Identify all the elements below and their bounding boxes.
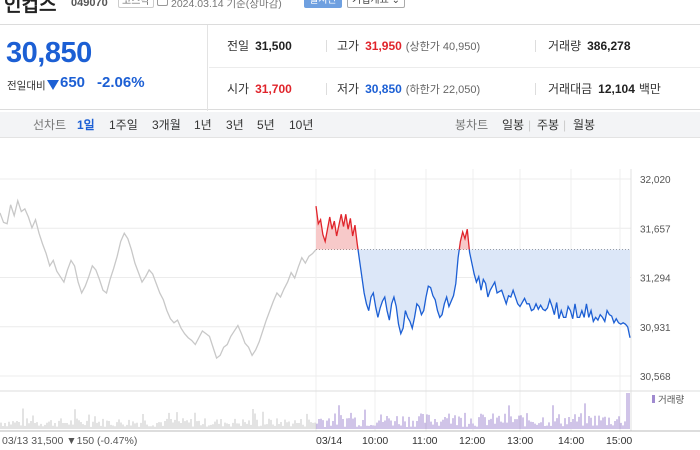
open-cell: 시가 31,700 <box>227 68 292 110</box>
amount-cell: 거래대금 12,104 백만 <box>548 68 661 110</box>
y-tick-label: 31,657 <box>640 224 671 235</box>
company-overview-button[interactable]: 기업개요 ⌄ <box>347 0 405 8</box>
down-arrow-icon <box>47 80 59 90</box>
tab-1y[interactable]: 1년 <box>194 112 212 138</box>
market-badge: 코스닥 <box>118 0 154 8</box>
volume-label: 거래량 <box>548 39 582 53</box>
prev-close-label: 전일 <box>227 39 250 53</box>
y-tick-label: 31,294 <box>640 274 671 285</box>
price-box: 30,850 전일대비 650 -2.06% <box>0 25 208 111</box>
amount-value: 12,104 <box>598 82 635 96</box>
x-tick-label: 14:00 <box>558 435 584 447</box>
high-label: 고가 <box>337 39 360 53</box>
amount-label: 거래대금 <box>548 82 593 96</box>
candle-chart-label: 봉차트 <box>455 118 489 132</box>
volume-legend-swatch <box>652 395 655 403</box>
tab-1w[interactable]: 1주일 <box>109 112 138 138</box>
stock-code: 049070 <box>71 0 108 9</box>
stock-name: 인컵스 <box>4 0 57 16</box>
clock-icon <box>157 0 168 6</box>
chart-svg: 32,020 31,657 31,294 30,931 30,568 거래량 03/14 10… <box>0 169 700 447</box>
footer-prev-info: 03/13 31,500 ▼150 (-0.47%) <box>2 435 137 447</box>
volume-legend-label: 거래량 <box>658 394 684 406</box>
high-value: 31,950 <box>365 39 402 53</box>
lower-limit: (하한가 22,050) <box>405 84 481 96</box>
quote-panel: 30,850 전일대비 650 -2.06% 전일 31,500 고가 31,950… <box>0 24 700 111</box>
change-amount: 650 <box>60 74 86 91</box>
tab-weekly[interactable]: 주봉 <box>537 112 559 138</box>
upper-limit: (상한가 40,950) <box>405 41 481 53</box>
x-tick-label: 10:00 <box>362 435 388 447</box>
change-label: 전일대비 <box>7 80 46 92</box>
y-tick-label: 30,931 <box>640 323 671 334</box>
y-tick-label: 30,568 <box>640 372 671 383</box>
divider <box>535 83 536 95</box>
divider <box>326 40 327 52</box>
change-rate: -2.06% <box>97 74 145 91</box>
divider <box>326 83 327 95</box>
divider <box>535 40 536 52</box>
x-tick-label: 11:00 <box>412 435 438 447</box>
prev-day-line <box>0 198 317 360</box>
title-row: 인컵스 049070 코스닥 2024.03.14 기준(장마감) 실시간 기업… <box>0 0 700 16</box>
open-label: 시가 <box>227 82 250 96</box>
low-value: 30,850 <box>365 82 402 96</box>
divider: | <box>563 118 567 132</box>
low-label: 저가 <box>337 82 360 96</box>
y-tick-label: 32,020 <box>640 175 671 186</box>
prev-close-cell: 전일 31,500 <box>227 25 292 67</box>
x-tick-label: 13:00 <box>507 435 533 447</box>
price-chart[interactable]: 32,020 31,657 31,294 30,931 30,568 거래량 03/14 10… <box>0 139 700 450</box>
amount-unit: 백만 <box>638 82 661 96</box>
tab-10y[interactable]: 10년 <box>289 112 313 138</box>
volume-cell: 거래량 386,278 <box>548 25 631 67</box>
tab-1d[interactable]: 1일 <box>77 112 95 138</box>
open-value: 31,700 <box>255 82 292 96</box>
quote-stats: 전일 31,500 고가 31,950 (상한가 40,950) 거래량 386,278… <box>209 25 700 111</box>
prev-close-value: 31,500 <box>255 39 292 53</box>
tab-5y[interactable]: 5년 <box>257 112 275 138</box>
high-cell: 고가 31,950 (상한가 40,950) <box>337 25 480 67</box>
tab-3y[interactable]: 3년 <box>226 112 244 138</box>
period-tabs: 선차트 1일 1주일 3개월 1년 3년 5년 10년 봉차트 일봉 | 주봉 … <box>0 112 700 138</box>
x-tick-label: 12:00 <box>459 435 485 447</box>
x-tick-label: 03/14 <box>316 435 342 447</box>
tab-monthly[interactable]: 월봉 <box>573 112 595 138</box>
tab-3m[interactable]: 3개월 <box>152 112 181 138</box>
x-tick-label: 15:00 <box>606 435 632 447</box>
volume-value: 386,278 <box>587 39 631 53</box>
line-chart-label: 선차트 <box>33 118 67 132</box>
tab-daily[interactable]: 일봉 <box>502 112 524 138</box>
low-cell: 저가 30,850 (하한가 22,050) <box>337 68 480 110</box>
realtime-button[interactable]: 실시간 <box>304 0 342 8</box>
divider: | <box>528 118 532 132</box>
current-price: 30,850 <box>6 37 92 69</box>
base-date: 2024.03.14 기준(장마감) <box>171 0 282 10</box>
